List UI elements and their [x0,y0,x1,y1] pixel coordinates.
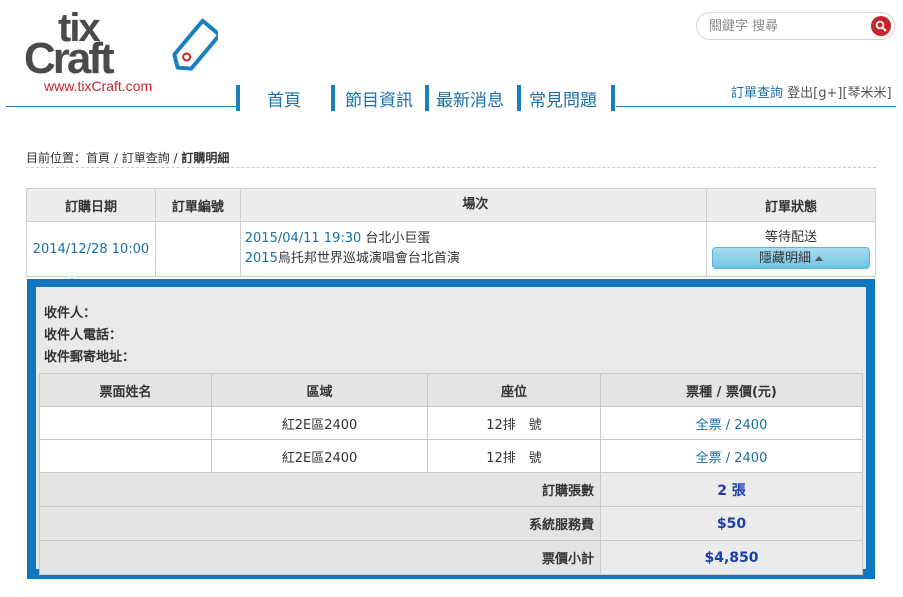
search-box [696,12,895,40]
ticket-area: 紅2E區2400 [211,439,428,473]
caret-up-icon [815,255,823,261]
tixcraft-logo[interactable]: tix Craft www.tixCraft.com [24,6,224,100]
order-date: 2014/12/28 10:00 [26,221,156,277]
header-session: 場次 [239,188,708,222]
summary-row-fee: 系統服務費 $50 [39,506,863,541]
ticket-area: 紅2E區2400 [211,406,428,440]
ticket-tag-icon [172,18,218,71]
logo-text-main: Craft [24,34,115,83]
account-links: 訂單查詢 登出[g+][琴米米] [731,82,892,101]
header-type-price: 票種 / 票價(元) [600,373,863,407]
breadcrumb-prefix: 目前位置： [26,151,87,165]
order-row: 2014/12/28 10:00 2015/04/11 19:30 台北小巨蛋 … [26,221,876,277]
header-area: 區域 [211,373,428,407]
header-ticket-name: 票面姓名 [39,373,212,407]
order-number [154,221,241,277]
ticket-seat: 12排 號 [427,406,601,440]
nav-faq[interactable]: 常見問題 [517,85,615,111]
ticket-seat: 12排 號 [427,439,601,473]
header-order-date: 訂購日期 [26,188,156,222]
order-table: 訂購日期 訂單編號 場次 訂單狀態 2014/12/28 10:00 2015/… [26,188,876,277]
main-nav: 首頁 節目資訊 最新消息 常見問題 [236,85,615,111]
ticket-name [39,439,212,473]
ticket-name [39,406,212,440]
session-name: 烏托邦世界巡城演唱會台北首演 [277,251,460,266]
order-query-link[interactable]: 訂單查詢 [731,86,783,101]
subtotal-value: $4,850 [600,540,863,575]
detail-inner: 收件人： 收件人電話： 收件郵寄地址： 票面姓名 區域 座位 票種 / 票價(元… [36,287,866,575]
service-fee-value: $50 [600,506,863,541]
header-order-number: 訂單編號 [154,188,241,222]
logo-url: www.tixCraft.com [44,78,153,94]
recipient-phone-label: 收件人電話： [44,328,123,343]
search-icon [875,20,887,32]
ticket-type-price: 全票 / 2400 [600,439,863,473]
breadcrumb-order-query[interactable]: 訂單查詢 [122,151,170,165]
ticket-row: 紅2E區2400 12排 號 全票 / 2400 [39,439,863,473]
ticket-count-value: 2 張 [600,472,863,507]
order-detail-panel: 收件人： 收件人電話： 收件郵寄地址： 票面姓名 區域 座位 票種 / 票價(元… [27,279,875,579]
breadcrumb-home[interactable]: 首頁 [86,151,110,165]
recipient-address-label: 收件郵寄地址： [44,350,136,365]
breadcrumb: 目前位置：首頁 / 訂單查詢 / 訂購明細 [26,151,230,165]
ticket-count-label: 訂購張數 [39,472,601,507]
ticket-table: 票面姓名 區域 座位 票種 / 票價(元) 紅2E區2400 12排 號 全票 … [39,373,863,575]
hide-details-label: 隱藏明細 [758,249,811,265]
nav-home[interactable]: 首頁 [236,85,331,111]
session-venue: 台北小巨蛋 [365,231,431,246]
recipient-name-label: 收件人： [44,306,97,321]
session-datetime: 2015/04/11 19:30 [244,231,362,246]
logout-link[interactable]: 登出[g+][琴米米] [787,86,891,101]
summary-row-subtotal: 票價小計 $4,850 [39,540,863,575]
header-seat: 座位 [427,373,601,407]
summary-row-count: 訂購張數 2 張 [39,472,863,507]
search-input[interactable] [709,18,859,34]
status-cell: 等待配送 隱藏明細 [706,221,876,277]
session-year: 2015 [244,251,278,266]
order-table-header: 訂購日期 訂單編號 場次 訂單狀態 [26,188,876,222]
nav-news[interactable]: 最新消息 [425,85,517,111]
service-fee-label: 系統服務費 [39,506,601,541]
order-status: 等待配送 [764,229,817,245]
ticket-table-header: 票面姓名 區域 座位 票種 / 票價(元) [39,373,863,407]
session-info: 2015/04/11 19:30 台北小巨蛋 2015烏托邦世界巡城演唱會台北首… [239,221,708,277]
breadcrumb-divider [26,167,876,168]
breadcrumb-current: 訂購明細 [181,151,230,165]
recipient-info: 收件人： 收件人電話： 收件郵寄地址： [39,293,863,373]
header-order-status: 訂單狀態 [706,188,876,222]
subtotal-label: 票價小計 [39,540,601,575]
search-button[interactable] [871,16,891,36]
header-divider-right [616,106,896,107]
header-divider-left [6,106,237,107]
ticket-row: 紅2E區2400 12排 號 全票 / 2400 [39,406,863,440]
ticket-type-price: 全票 / 2400 [600,406,863,440]
nav-programs[interactable]: 節目資訊 [331,85,425,111]
hide-details-button[interactable]: 隱藏明細 [712,246,870,269]
